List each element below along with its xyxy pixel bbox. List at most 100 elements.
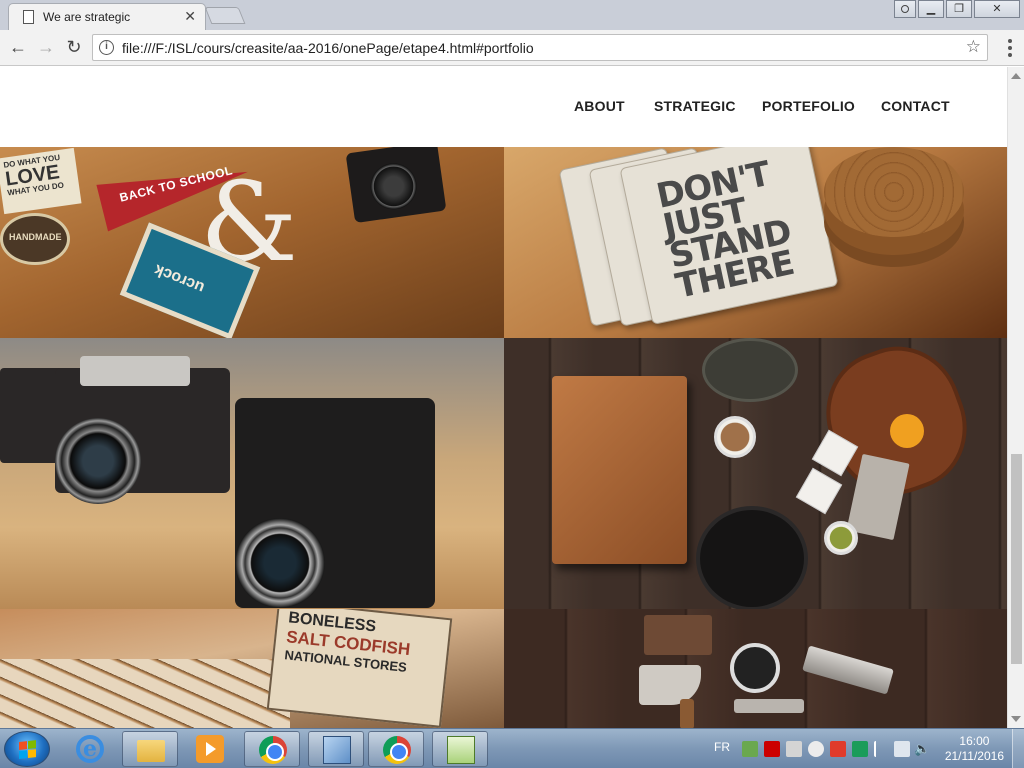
love-card: DO WHAT YOU LOVE WHAT YOU DO (0, 147, 82, 215)
info-icon[interactable]: i (99, 40, 114, 55)
scroll-down-icon[interactable] (1011, 716, 1021, 722)
clock-time: 16:00 (959, 734, 990, 748)
flashlight (802, 645, 894, 695)
chrome-icon (383, 736, 411, 764)
taskbar-virtualbox[interactable] (308, 731, 364, 767)
link-icon[interactable] (808, 741, 824, 757)
clock-date: 21/11/2016 (944, 749, 1004, 763)
new-tab-button[interactable] (204, 7, 246, 24)
taskbar-notepad[interactable] (432, 731, 488, 767)
portfolio-image-tools[interactable] (504, 609, 1007, 728)
back-arrow-icon: ← (9, 37, 27, 57)
orange-fruit (890, 414, 924, 448)
nav-link-contact[interactable]: CONTACT (881, 98, 950, 114)
notebook-dont-just-stand-there: DON'T JUST STAND THERE (619, 147, 839, 326)
wooden-coasters (824, 147, 964, 237)
axe-handle (680, 699, 694, 728)
settings-tray-icon[interactable] (786, 741, 802, 757)
window-controls: ▁ ❐ ✕ (894, 0, 1020, 18)
windows-logo-icon (19, 740, 37, 760)
acrobat-icon[interactable] (764, 741, 780, 757)
mortar-and-pestle (702, 338, 798, 402)
system-tray: FR 🔈 16:00 21/11/2016 (694, 729, 1024, 768)
page-viewport: ABOUT STRATEGIC PORTEFOLIO CONTACT DO WH… (0, 67, 1007, 728)
folder-icon (137, 740, 165, 762)
taskbar-chrome-2[interactable] (368, 731, 424, 767)
windows-taskbar: e FR 🔈 16:00 21/11/2016 (0, 728, 1024, 768)
security-icon[interactable] (830, 741, 846, 757)
chrome-icon (259, 736, 287, 764)
portfolio-image-desk-items[interactable]: DO WHAT YOU LOVE WHAT YOU DO HANDMADE BA… (0, 147, 504, 338)
vintage-camera (345, 147, 447, 224)
taskbar-media-player[interactable] (182, 731, 238, 767)
nav-link-strategic[interactable]: STRATEGIC (654, 98, 736, 114)
start-button[interactable] (4, 731, 50, 767)
taskbar-internet-explorer[interactable]: e (62, 731, 118, 767)
scroll-up-icon[interactable] (1011, 73, 1021, 79)
url-text[interactable]: file:///F:/ISL/cours/creasite/aa-2016/on… (122, 40, 534, 56)
vertical-scrollbar[interactable] (1007, 67, 1024, 728)
cutting-board (552, 376, 687, 564)
portfolio-image-pencils[interactable]: BONELESS SALT CODFISH NATIONAL STORES (0, 609, 504, 728)
document-icon (23, 10, 34, 24)
portfolio-image-notebooks[interactable]: DON'T JUST STAND THERE (504, 147, 1007, 338)
flag-icon[interactable] (874, 741, 890, 757)
cast-iron-skillet (696, 506, 808, 609)
camera-lens (367, 160, 420, 213)
tape-measure (730, 643, 780, 693)
user-icon (901, 5, 909, 13)
forward-button[interactable]: → (34, 36, 58, 60)
slr-camera (55, 356, 230, 504)
nav-link-about[interactable]: ABOUT (574, 98, 625, 114)
browser-toolbar: ← → ↻ i file:///F:/ISL/cours/creasite/aa… (0, 30, 1024, 66)
tab-close-icon[interactable]: ✕ (184, 8, 196, 25)
volume-icon[interactable]: 🔈 (914, 741, 930, 757)
square-dish (795, 467, 843, 515)
shield-icon[interactable] (852, 741, 868, 757)
cube-app-icon (323, 736, 351, 764)
media-player-icon (196, 735, 224, 763)
camera-lens (55, 418, 141, 504)
close-window-button[interactable]: ✕ (974, 0, 1020, 18)
scroll-thumb[interactable] (1011, 454, 1022, 664)
taskbar-file-explorer[interactable] (122, 731, 178, 767)
maximize-button[interactable]: ❐ (946, 0, 972, 18)
reload-button[interactable]: ↻ (62, 36, 86, 60)
portfolio-image-kitchen[interactable] (504, 338, 1007, 609)
portfolio-image-cameras[interactable] (0, 338, 504, 609)
bookmark-star-icon[interactable]: ☆ (966, 37, 981, 57)
network-check-icon[interactable] (742, 741, 758, 757)
language-indicator[interactable]: FR (714, 740, 730, 754)
address-bar[interactable]: i file:///F:/ISL/cours/creasite/aa-2016/… (92, 34, 988, 61)
clock[interactable]: 16:00 21/11/2016 (945, 734, 1004, 764)
network-icon[interactable] (894, 741, 910, 757)
camera-top-plate (80, 356, 190, 386)
notebook-text: DON'T JUST STAND THERE (653, 153, 798, 307)
reload-icon: ↻ (66, 37, 82, 57)
site-navbar: ABOUT STRATEGIC PORTEFOLIO CONTACT (0, 67, 1007, 147)
minimize-button[interactable]: ▁ (918, 0, 944, 18)
tab-title: We are strategic (43, 10, 131, 24)
wood-plane (644, 615, 712, 655)
folding-camera (235, 398, 435, 608)
badge-text: HANDMADE (9, 232, 62, 242)
pencils (0, 659, 290, 728)
tab-strip: We are strategic ✕ ▁ ❐ ✕ (0, 0, 1024, 30)
camera-lens (235, 518, 325, 608)
taskbar-chrome[interactable] (244, 731, 300, 767)
browser-tab[interactable]: We are strategic ✕ (8, 3, 206, 30)
oil-bowl (824, 521, 858, 555)
forward-arrow-icon: → (37, 37, 55, 57)
card-text: ucrock (151, 260, 207, 297)
handmade-badge: HANDMADE (0, 213, 70, 265)
back-button[interactable]: ← (6, 36, 30, 60)
codfish-sign: BONELESS SALT CODFISH NATIONAL STORES (266, 609, 453, 728)
nav-link-portefolio[interactable]: PORTEFOLIO (762, 98, 855, 114)
show-desktop-button[interactable] (1012, 729, 1024, 768)
internet-explorer-icon: e (76, 735, 104, 763)
user-profile-button[interactable] (894, 0, 916, 18)
spice-bowl (714, 416, 756, 458)
browser-menu-button[interactable] (1008, 39, 1012, 57)
notepad-plus-icon (447, 736, 475, 764)
hammer (734, 699, 804, 713)
